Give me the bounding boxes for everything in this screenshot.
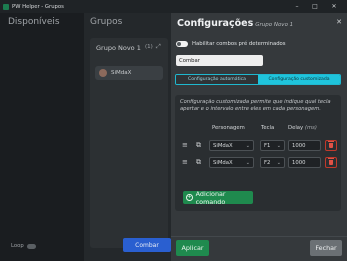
custom-config-description: Configuração customizada permite que ind… (180, 99, 331, 113)
title-bar: PW Helper - Grupos – □ ✕ (0, 0, 347, 13)
key-value: F2 (264, 159, 271, 166)
panel-subtitle: Grupo Novo 1 (255, 22, 294, 28)
chevron-down-icon: ⌄ (245, 160, 250, 166)
available-column: Disponíveis (0, 13, 84, 261)
delay-input[interactable]: 1000 (288, 157, 321, 168)
character-value: SiMdaX (213, 159, 233, 166)
delay-input[interactable]: 1000 (288, 140, 321, 151)
loop-switch[interactable] (26, 243, 36, 249)
header-delay-unit: (ms) (304, 125, 317, 131)
group-card[interactable]: Grupo Novo 1 (1) ⤢ SiMdaX (90, 38, 168, 248)
character-value: SiMdaX (213, 142, 233, 149)
group-count: (1) (145, 44, 153, 50)
drag-handle-icon[interactable]: ≡ (182, 142, 188, 149)
delete-button[interactable] (325, 140, 337, 151)
available-header: Disponíveis (8, 17, 60, 27)
command-row: ≡ ⧉ SiMdaX ⌄ F2 ⌄ 1000 (175, 156, 341, 169)
plus-icon: + (186, 194, 193, 201)
key-select[interactable]: F1 ⌄ (260, 140, 285, 151)
command-row: ≡ ⧉ SiMdaX ⌄ F1 ⌄ 1000 (175, 139, 341, 152)
member-name: SiMdaX (111, 70, 132, 76)
window-title: PW Helper - Grupos (12, 3, 64, 10)
loop-toggle[interactable]: Loop (11, 243, 36, 249)
groups-column: Grupos Grupo Novo 1 (1) ⤢ SiMdaX (84, 13, 174, 261)
expand-icon[interactable]: ⤢ (156, 43, 161, 51)
predefined-combos-toggle[interactable]: Habilitar combos pré determinados (176, 41, 286, 47)
header-key: Tecla (261, 125, 275, 131)
toggle-switch[interactable] (176, 41, 188, 47)
combat-button[interactable]: Combar (123, 238, 171, 252)
delete-button[interactable] (325, 157, 337, 168)
maximize-button[interactable]: □ (308, 0, 322, 13)
custom-config-box: Configuração customizada permite que ind… (175, 95, 341, 211)
panel-close-icon[interactable]: ✕ (336, 18, 342, 26)
trash-icon (328, 158, 334, 165)
config-panel: Configurações Grupo Novo 1 ✕ Habilitar co… (171, 13, 347, 261)
tab-automatic[interactable]: Configuração automática (176, 75, 258, 84)
trash-icon (328, 141, 334, 148)
key-select[interactable]: F2 ⌄ (260, 157, 285, 168)
combo-name-input[interactable]: Combar (176, 55, 263, 66)
apply-button[interactable]: Aplicar (176, 240, 209, 256)
close-window-button[interactable]: ✕ (327, 0, 341, 13)
chevron-down-icon: ⌄ (276, 160, 281, 166)
panel-title: Configurações Grupo Novo 1 (177, 18, 293, 29)
add-command-label: Adicionar comando (195, 189, 226, 206)
open-external-icon[interactable]: ⧉ (196, 158, 201, 167)
character-select[interactable]: SiMdaX ⌄ (209, 157, 254, 168)
character-select[interactable]: SiMdaX ⌄ (209, 140, 254, 151)
config-tabs: Configuração automática Configuração cus… (175, 74, 341, 85)
groups-header: Grupos (90, 17, 123, 27)
avatar (99, 69, 107, 77)
header-character: Personagem (212, 125, 245, 131)
tab-custom[interactable]: Configuração customizada (258, 75, 340, 84)
chevron-down-icon: ⌄ (245, 143, 250, 149)
app-icon (3, 3, 9, 10)
drag-handle-icon[interactable]: ≡ (182, 159, 188, 166)
open-external-icon[interactable]: ⧉ (196, 141, 201, 150)
header-delay: Delay (ms) (288, 125, 317, 131)
panel-title-text: Configurações (177, 18, 254, 29)
footer-divider (171, 236, 347, 237)
close-button[interactable]: Fechar (310, 240, 342, 256)
group-name: Grupo Novo 1 (96, 44, 141, 52)
toggle-label: Habilitar combos pré determinados (192, 41, 286, 47)
key-value: F1 (264, 142, 271, 149)
header-delay-label: Delay (288, 125, 304, 131)
minimize-button[interactable]: – (290, 0, 304, 13)
chevron-down-icon: ⌄ (276, 143, 281, 149)
loop-label: Loop (11, 243, 24, 249)
group-member[interactable]: SiMdaX (95, 66, 163, 80)
add-command-button[interactable]: + Adicionar comando (183, 189, 253, 206)
